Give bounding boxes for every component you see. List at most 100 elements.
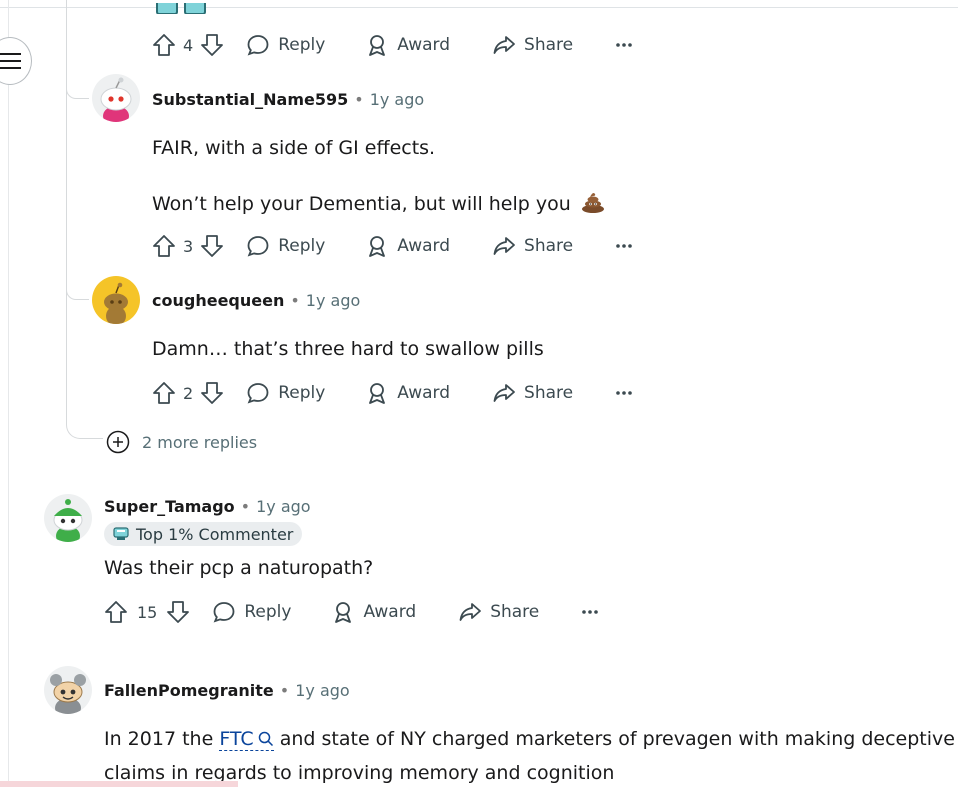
ellipsis-icon — [616, 244, 632, 248]
poop-emoji — [577, 193, 605, 215]
bottom-highlight-bar — [0, 781, 238, 787]
upvote-button[interactable] — [104, 600, 128, 624]
reply-label: Reply — [278, 35, 326, 55]
upvote-button[interactable] — [152, 381, 176, 405]
vote-count: 15 — [137, 602, 158, 622]
downvote-button[interactable] — [200, 381, 224, 405]
share-button[interactable]: Share — [492, 33, 573, 57]
share-icon — [493, 36, 515, 54]
top-divider — [0, 7, 958, 8]
award-label: Award — [397, 383, 451, 403]
award-button[interactable]: Award — [331, 600, 416, 624]
username-link[interactable]: Super_Tamago — [104, 497, 235, 516]
award-icon — [369, 236, 386, 257]
more-options-button[interactable] — [615, 243, 633, 249]
more-options-button[interactable] — [615, 42, 633, 48]
downvote-button[interactable] — [166, 600, 190, 624]
avatar[interactable] — [44, 494, 92, 542]
ellipsis-icon — [616, 391, 632, 395]
snoo-avatar-icon — [92, 276, 140, 324]
emoji-row-clipped — [156, 0, 236, 14]
timestamp[interactable]: 1y ago — [256, 497, 310, 516]
comment-actions: 4 Reply Award Share — [152, 31, 633, 59]
badge-label: Top 1% Commenter — [136, 524, 294, 544]
username-link[interactable]: Substantial_Name595 — [152, 90, 348, 109]
vote-count: 3 — [183, 236, 194, 256]
share-button[interactable]: Share — [458, 600, 539, 624]
ftc-search-link[interactable]: FTC — [219, 728, 274, 751]
share-label: Share — [524, 236, 574, 256]
share-label: Share — [490, 602, 540, 622]
comment-text: Was their pcp a naturopath? — [104, 557, 374, 579]
award-icon — [335, 602, 352, 623]
comment-meta: Super_Tamago • 1y ago — [104, 497, 311, 516]
downvote-button[interactable] — [200, 33, 224, 57]
more-replies-label: 2 more replies — [142, 432, 258, 452]
reply-button[interactable]: Reply — [246, 33, 325, 57]
search-icon — [258, 731, 273, 747]
comment-actions: 2 Reply Award Share — [152, 379, 633, 407]
reply-label: Reply — [278, 236, 326, 256]
meta-separator: • — [290, 291, 300, 310]
award-label: Award — [397, 35, 451, 55]
share-button[interactable]: Share — [492, 381, 573, 405]
thread-line — [66, 0, 67, 424]
snoo-avatar-icon — [92, 74, 140, 122]
top-commenter-badge: Top 1% Commenter — [104, 522, 303, 546]
share-button[interactable]: Share — [492, 234, 573, 258]
comment-bubble-icon — [213, 602, 235, 623]
hamburger-icon — [0, 53, 21, 69]
timestamp[interactable]: 1y ago — [370, 90, 424, 109]
comment-actions: 15 Reply Award Share — [104, 598, 599, 626]
award-button[interactable]: Award — [365, 33, 450, 57]
award-button[interactable]: Award — [365, 234, 450, 258]
comment-meta: Substantial_Name595 • 1y ago — [152, 90, 424, 109]
ellipsis-icon — [616, 43, 632, 47]
menu-button[interactable] — [0, 37, 32, 85]
username-link[interactable]: cougheequeen — [152, 291, 284, 310]
comment-meta: cougheequeen • 1y ago — [152, 291, 360, 310]
downvote-icon — [201, 235, 224, 257]
reply-branch — [66, 287, 89, 300]
vote-count: 2 — [183, 383, 194, 403]
more-options-button[interactable] — [615, 390, 633, 396]
upvote-icon — [153, 235, 175, 257]
ellipsis-icon — [582, 610, 599, 614]
reply-button[interactable]: Reply — [212, 600, 291, 624]
reply-button[interactable]: Reply — [246, 234, 325, 258]
avatar[interactable] — [92, 276, 140, 324]
upvote-button[interactable] — [152, 33, 176, 57]
award-label: Award — [363, 602, 417, 622]
meta-separator: • — [240, 497, 251, 516]
comment-bubble-icon — [247, 236, 269, 257]
share-icon — [493, 237, 515, 255]
reply-button[interactable]: Reply — [246, 381, 325, 405]
comment-text-line: Won’t help your Dementia, but will help … — [152, 191, 605, 215]
snoo-avatar-icon — [44, 666, 92, 714]
award-icon — [369, 35, 386, 56]
username-link[interactable]: FallenPomegranite — [104, 681, 274, 700]
upvote-icon — [153, 382, 175, 404]
more-options-button[interactable] — [581, 609, 599, 615]
award-label: Award — [397, 236, 451, 256]
share-label: Share — [524, 35, 574, 55]
downvote-button[interactable] — [200, 234, 224, 258]
comment-text-line: In 2017 the FTC and state of NY charged … — [104, 728, 955, 751]
comment-text-paragraph: Won’t help your Dementia, but will help … — [152, 193, 571, 215]
timestamp[interactable]: 1y ago — [295, 681, 349, 700]
avatar[interactable] — [92, 74, 140, 122]
share-icon — [493, 384, 515, 402]
meta-separator: • — [279, 681, 290, 700]
downvote-icon — [201, 382, 224, 404]
plus-circle-icon — [106, 430, 130, 454]
upvote-button[interactable] — [152, 234, 176, 258]
upvote-icon — [105, 601, 127, 623]
timestamp[interactable]: 1y ago — [306, 291, 360, 310]
avatar[interactable] — [44, 666, 92, 714]
comment-text-part: In 2017 the — [104, 728, 214, 750]
more-replies-button[interactable]: 2 more replies — [106, 430, 257, 454]
snoo-avatar-icon — [44, 494, 92, 542]
commenter-badge-icon — [113, 527, 129, 540]
share-label: Share — [524, 383, 574, 403]
award-button[interactable]: Award — [365, 381, 450, 405]
